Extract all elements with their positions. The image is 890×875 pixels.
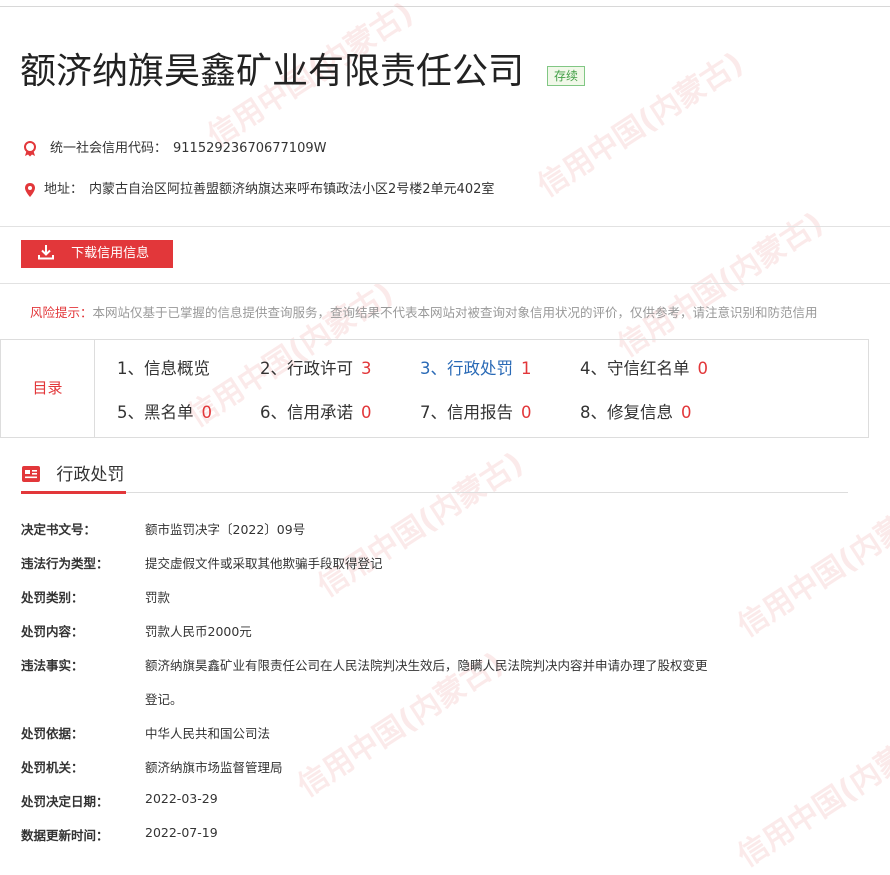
download-credit-info-button[interactable]: 下载信用信息 xyxy=(21,240,173,268)
field-label-penalty-category: 处罚类别： xyxy=(21,590,84,605)
section-header: 行政处罚 xyxy=(21,460,848,494)
section-title: 行政处罚 xyxy=(21,460,127,494)
risk-label: 风险提示： xyxy=(30,305,93,320)
credit-code-value: 91152923670677109W xyxy=(173,141,327,156)
toc-item-credit-commitment[interactable]: 6、信用承诺 0 xyxy=(260,399,372,423)
toc-item-label: 8、修复信息 xyxy=(580,403,673,422)
ribbon-icon xyxy=(22,140,38,157)
field-value-update-time: 2022-07-19 xyxy=(145,825,218,840)
address-value: 内蒙古自治区阿拉善盟额济纳旗达来呼布镇政法小区2号楼2单元402室 xyxy=(89,182,495,197)
field-label-decision-no: 决定书文号： xyxy=(21,522,97,537)
toc-item-label: 5、黑名单 xyxy=(117,403,194,422)
company-name: 额济纳旗昊鑫矿业有限责任公司 xyxy=(20,51,525,92)
field-label-penalty-content: 处罚内容： xyxy=(21,624,84,639)
section-title-text: 行政处罚 xyxy=(56,465,125,485)
toc-item-label: 4、守信红名单 xyxy=(580,359,690,378)
status-badge: 存续 xyxy=(547,66,586,86)
table-of-contents: 目录 1、信息概览 2、行政许可 3 3、行政处罚 1 4、守信红名单 0 5、黑名单… xyxy=(0,339,869,438)
address-label: 地址： xyxy=(44,182,84,197)
toc-item-count: 0 xyxy=(521,403,532,422)
divider xyxy=(0,226,890,227)
risk-notice: 风险提示：本网站仅基于已掌握的信息提供查询服务，查询结果不代表本网站对被查询对象… xyxy=(30,302,890,321)
toc-item-label: 6、信用承诺 xyxy=(260,403,353,422)
field-value-penalty-content: 罚款人民币2000元 xyxy=(145,624,252,639)
field-value-penalty-category: 罚款 xyxy=(145,590,171,605)
field-value-violation-facts: 额济纳旗昊鑫矿业有限责任公司在人民法院判决生效后，隐瞒人民法院判决内容并申请办理… xyxy=(145,658,708,673)
toc-item-count: 1 xyxy=(521,359,532,378)
toc-item-count: 0 xyxy=(681,403,692,422)
risk-text: 本网站仅基于已掌握的信息提供查询服务，查询结果不代表本网站对被查询对象信用状况的… xyxy=(92,305,818,320)
field-value-decision-date: 2022-03-29 xyxy=(145,791,218,806)
toc-item-count: 3 xyxy=(361,359,372,378)
toc-item-admin-license[interactable]: 2、行政许可 3 xyxy=(260,355,372,379)
field-value-decision-no: 额市监罚决字〔2022〕09号 xyxy=(145,522,306,537)
toc-item-label: 3、行政处罚 xyxy=(420,359,513,378)
toc-item-repair-info[interactable]: 8、修复信息 0 xyxy=(580,399,692,423)
download-icon xyxy=(37,245,71,261)
toc-item-admin-penalty[interactable]: 3、行政处罚 1 xyxy=(420,355,532,379)
divider xyxy=(0,283,890,284)
toc-item-overview[interactable]: 1、信息概览 xyxy=(117,355,210,379)
field-value-penalty-authority: 额济纳旗市场监督管理局 xyxy=(145,760,283,775)
download-label: 下载信用信息 xyxy=(71,246,150,261)
toc-item-count: 0 xyxy=(201,403,213,422)
toc-item-blacklist[interactable]: 5、黑名单 0 xyxy=(117,399,212,423)
toc-item-count: 0 xyxy=(697,359,709,378)
toc-item-credit-report[interactable]: 7、信用报告 0 xyxy=(420,399,532,423)
toc-item-label: 2、行政许可 xyxy=(260,359,353,378)
address-row: 地址： 内蒙古自治区阿拉善盟额济纳旗达来呼布镇政法小区2号楼2单元402室 xyxy=(22,178,494,198)
toc-item-label: 1、信息概览 xyxy=(117,359,210,378)
field-value-penalty-basis: 中华人民共和国公司法 xyxy=(145,726,271,741)
toc-item-count: 0 xyxy=(361,403,372,422)
field-label-update-time: 数据更新时间： xyxy=(21,828,109,843)
field-value-violation-type: 提交虚假文件或采取其他欺骗手段取得登记 xyxy=(145,556,383,571)
location-pin-icon xyxy=(22,182,38,198)
field-value-violation-facts-cont: 登记。 xyxy=(145,692,183,707)
field-label-penalty-basis: 处罚依据： xyxy=(21,726,84,741)
credit-code-label: 统一社会信用代码： xyxy=(50,141,168,156)
field-label-decision-date: 处罚决定日期： xyxy=(21,794,109,809)
toc-item-redlist[interactable]: 4、守信红名单 0 xyxy=(580,355,708,379)
field-label-violation-type: 违法行为类型： xyxy=(21,556,109,571)
field-label-violation-facts: 违法事实： xyxy=(21,658,84,673)
document-icon xyxy=(21,465,56,485)
field-label-penalty-authority: 处罚机关： xyxy=(21,760,84,775)
toc-label: 目录 xyxy=(1,340,95,437)
toc-item-label: 7、信用报告 xyxy=(420,403,513,422)
credit-code-row: 统一社会信用代码： 91152923670677109W xyxy=(22,137,326,157)
